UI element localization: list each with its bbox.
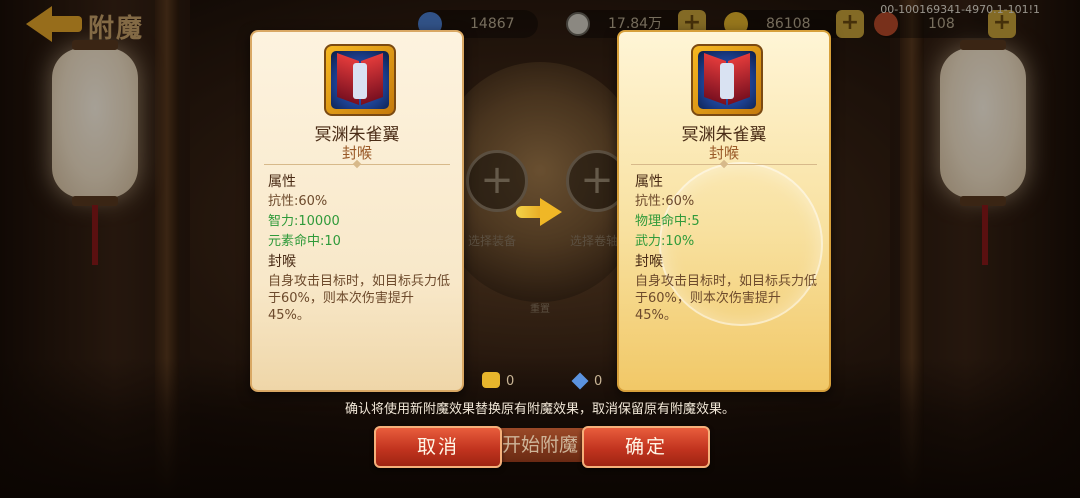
skill-description: 自身攻击目标时，如目标兵力低于60%，则本次伤害提升45%。 <box>268 274 451 323</box>
confirm-button[interactable]: 确定 <box>582 426 710 468</box>
ingot-cost: 0 <box>482 372 515 389</box>
attr-line: 元素命中:10 <box>268 234 341 249</box>
gold-ingot-icon <box>482 372 500 388</box>
attribute-list: 属性 抗性:60% 物理命中:5 武力:10% 封喉 自身攻击目标时，如目标兵力… <box>635 172 817 324</box>
current-enchant-card: 冥渊朱雀翼 封喉 属性 抗性:60% 智力:10000 元素命中:10 封喉 自… <box>250 30 464 392</box>
wing-core <box>353 63 367 99</box>
wing-core <box>720 63 734 99</box>
skill-description: 自身攻击目标时，如目标兵力低于60%，则本次伤害提升45%。 <box>635 274 818 323</box>
cancel-button[interactable]: 取消 <box>374 426 502 468</box>
skill-header: 封喉 <box>635 254 663 270</box>
replace-arrow-icon <box>516 198 562 226</box>
new-enchant-card: 冥渊朱雀翼 封喉 属性 抗性:60% 物理命中:5 武力:10% 封喉 自身攻击… <box>617 30 831 392</box>
attr-line: 智力:10000 <box>268 214 340 229</box>
confirm-message: 确认将使用新附魔效果替换原有附魔效果，取消保留原有附魔效果。 <box>344 402 735 417</box>
item-icon <box>324 44 396 116</box>
gem-cost: 0 <box>571 372 603 390</box>
item-icon <box>691 44 763 116</box>
attr-header: 属性 <box>635 174 663 190</box>
item-icon-bg <box>698 51 756 109</box>
attr-line: 抗性:60% <box>268 194 328 209</box>
modal-overlay <box>0 0 1080 498</box>
ingot-cost-value: 0 <box>506 374 515 389</box>
gem-cost-value: 0 <box>594 374 603 389</box>
attr-line: 物理命中:5 <box>635 214 700 229</box>
attr-line: 抗性:60% <box>635 194 695 209</box>
attr-header: 属性 <box>268 174 296 190</box>
skill-header: 封喉 <box>268 254 296 270</box>
arrow-head <box>540 198 562 226</box>
divider <box>264 164 450 165</box>
attribute-list: 属性 抗性:60% 智力:10000 元素命中:10 封喉 自身攻击目标时，如目… <box>268 172 450 324</box>
divider <box>631 164 817 165</box>
attr-line: 武力:10% <box>635 234 695 249</box>
item-icon-bg <box>331 51 389 109</box>
